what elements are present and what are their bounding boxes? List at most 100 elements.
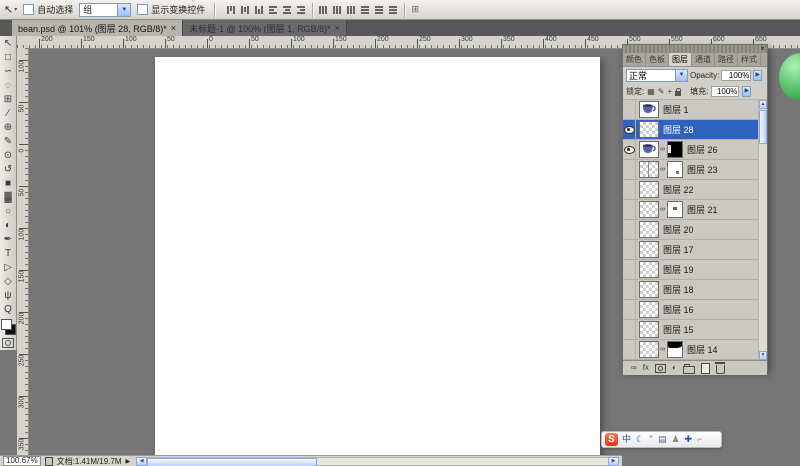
pen-tool[interactable]: ✒ — [1, 233, 16, 247]
layer-thumbnail[interactable] — [639, 181, 659, 198]
layer-thumbnail[interactable] — [639, 141, 659, 158]
lock-transparent-pixels-icon[interactable]: ▦ — [647, 87, 655, 97]
scrollbar-track[interactable] — [147, 457, 608, 466]
visibility-toggle[interactable] — [623, 300, 636, 320]
visibility-toggle[interactable] — [623, 160, 636, 180]
distribute-left-edges-button[interactable] — [359, 4, 371, 16]
align-left-edges-button[interactable] — [267, 4, 279, 16]
link-layers-icon[interactable]: ∞ — [631, 363, 637, 373]
eyedropper-tool[interactable]: ∕ — [1, 107, 16, 121]
lock-all-icon[interactable] — [675, 91, 681, 96]
layer-thumbnail[interactable] — [639, 241, 659, 258]
align-horizontal-centers-button[interactable] — [281, 4, 293, 16]
lock-image-pixels-icon[interactable]: ✎ — [658, 87, 665, 97]
quick-selection-tool[interactable]: ◌ — [1, 79, 16, 93]
layer-row[interactable]: 图层 1 — [623, 100, 767, 120]
layer-thumbnail[interactable] — [639, 321, 659, 338]
scrollbar-thumb[interactable] — [759, 110, 767, 144]
layer-row[interactable]: 图层 16 — [623, 300, 767, 320]
crop-tool[interactable]: ⊞ — [1, 93, 16, 107]
current-tool-button[interactable]: ↖ ▾ — [4, 3, 17, 16]
history-brush-tool[interactable]: ↺ — [1, 163, 16, 177]
layer-row[interactable]: ∞图层 14 — [623, 340, 767, 360]
align-bottom-edges-button[interactable] — [253, 4, 265, 16]
zoom-tool[interactable]: Q — [1, 303, 16, 317]
new-adjustment-layer-icon[interactable]: ◐ — [672, 363, 677, 373]
close-icon[interactable]: × — [335, 23, 340, 33]
visibility-toggle[interactable] — [623, 340, 636, 360]
fill-field[interactable]: 100% — [711, 86, 739, 97]
layer-thumbnail[interactable] — [639, 121, 659, 138]
distribute-right-edges-button[interactable] — [387, 4, 399, 16]
layer-mask-thumbnail[interactable] — [667, 341, 683, 358]
scroll-up-icon[interactable]: ▲ — [759, 100, 767, 109]
soft-keyboard-icon[interactable]: ▤ — [658, 432, 667, 447]
fill-spinner[interactable]: ▶ — [742, 86, 751, 97]
auto-align-layers-button[interactable]: ⊞ — [409, 4, 421, 16]
layer-row[interactable]: 图层 18 — [623, 280, 767, 300]
layer-row[interactable]: ∞图层 21 — [623, 200, 767, 220]
checkbox-icon[interactable] — [23, 4, 34, 15]
visibility-toggle[interactable] — [623, 180, 636, 200]
layer-mask-thumbnail[interactable] — [667, 201, 683, 218]
brush-tool[interactable]: ✎ — [1, 135, 16, 149]
layer-row[interactable]: ∞图层 26 — [623, 140, 767, 160]
distribute-top-edges-button[interactable] — [317, 4, 329, 16]
blend-mode-dropdown[interactable]: 正常 ▼ — [626, 69, 688, 82]
visibility-toggle[interactable] — [623, 140, 636, 160]
type-tool[interactable]: T — [1, 247, 16, 261]
status-menu-arrow-icon[interactable]: ▶ — [126, 458, 131, 465]
layer-row[interactable]: 图层 17 — [623, 240, 767, 260]
document-tab-active[interactable]: bean.psd @ 101% (图层 28, RGB/8)* × — [12, 20, 183, 36]
document-tab-inactive[interactable]: 未标题-1 @ 100% (图层 1, RGB/8)* × — [183, 20, 347, 36]
chevron-down-icon[interactable]: ▼ — [675, 70, 687, 81]
chevron-down-icon[interactable]: ▼ — [117, 4, 130, 16]
visibility-toggle[interactable] — [623, 320, 636, 340]
delete-layer-icon[interactable] — [716, 365, 725, 374]
layer-row[interactable]: 图层 19 — [623, 260, 767, 280]
sogou-logo-icon[interactable]: S — [605, 433, 618, 446]
skin-icon[interactable]: ✚ — [685, 432, 693, 447]
layer-thumbnail[interactable] — [639, 201, 659, 218]
layer-row[interactable]: 图层 20 — [623, 220, 767, 240]
panel-scrollbar[interactable]: ▲ ▼ — [758, 100, 767, 360]
zoom-level-field[interactable]: 100.67% — [3, 456, 41, 466]
layer-mask-thumbnail[interactable] — [667, 161, 683, 178]
dodge-tool[interactable]: ◐ — [1, 219, 16, 233]
scroll-left-icon[interactable]: ◀ — [136, 457, 147, 466]
layer-thumbnail[interactable] — [639, 101, 659, 118]
distribute-horizontal-centers-button[interactable] — [373, 4, 385, 16]
visibility-toggle[interactable] — [623, 120, 636, 140]
panel-tab[interactable]: 色板 — [646, 53, 669, 66]
eraser-tool[interactable]: ■ — [1, 177, 16, 191]
close-icon[interactable]: × — [760, 45, 765, 53]
panel-tab[interactable]: 通道 — [692, 53, 715, 66]
layer-thumbnail[interactable] — [639, 221, 659, 238]
layer-row[interactable]: ∞图层 23 — [623, 160, 767, 180]
lasso-tool[interactable]: ∽ — [1, 65, 16, 79]
move-tool[interactable]: ↖ — [1, 37, 16, 51]
visibility-toggle[interactable] — [623, 220, 636, 240]
new-group-icon[interactable] — [683, 366, 695, 374]
layer-thumbnail[interactable] — [639, 301, 659, 318]
blur-tool[interactable]: ○ — [1, 205, 16, 219]
quick-mask-button[interactable] — [2, 338, 14, 348]
layer-row[interactable]: 图层 28 — [623, 120, 767, 140]
gradient-tool[interactable]: ▓ — [1, 191, 16, 205]
visibility-toggle[interactable] — [623, 280, 636, 300]
scrollbar-thumb[interactable] — [147, 458, 317, 466]
close-icon[interactable]: × — [171, 23, 176, 33]
shape-tool[interactable]: ◇ — [1, 275, 16, 289]
align-right-edges-button[interactable] — [295, 4, 307, 16]
panel-tab[interactable]: 图层 — [669, 53, 692, 66]
visibility-toggle[interactable] — [623, 260, 636, 280]
layer-style-icon[interactable]: fx — [643, 363, 649, 373]
opacity-spinner[interactable]: ▶ — [753, 70, 762, 81]
layer-row[interactable]: 图层 15 — [623, 320, 767, 340]
new-layer-icon[interactable] — [701, 363, 710, 374]
healing-brush-tool[interactable]: ⊕ — [1, 121, 16, 135]
lock-position-icon[interactable]: + — [668, 87, 673, 97]
panel-tab[interactable]: 样式 — [738, 53, 761, 66]
marquee-tool[interactable]: □ — [1, 51, 16, 65]
add-layer-mask-icon[interactable] — [655, 364, 666, 373]
